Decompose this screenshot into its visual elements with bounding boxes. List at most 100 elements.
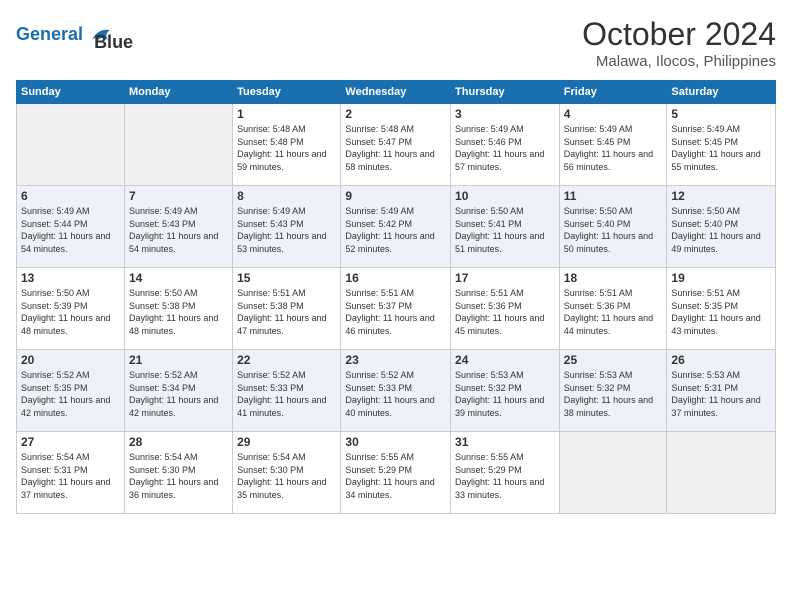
header-sunday: Sunday	[17, 81, 125, 104]
day-number: 30	[345, 435, 446, 449]
day-number: 10	[455, 189, 555, 203]
day-detail: Sunrise: 5:48 AMSunset: 5:48 PMDaylight:…	[237, 123, 336, 173]
calendar-body: 1 Sunrise: 5:48 AMSunset: 5:48 PMDaylight…	[17, 104, 776, 514]
calendar-cell: 31 Sunrise: 5:55 AMSunset: 5:29 PMDayligh…	[451, 432, 560, 514]
calendar-cell: 26Sunrise: 5:53 AMSunset: 5:31 PMDayligh…	[667, 350, 776, 432]
calendar-cell: 2Sunrise: 5:48 AMSunset: 5:47 PMDaylight…	[341, 104, 451, 186]
calendar-cell	[559, 432, 667, 514]
day-detail: Sunrise: 5:53 AMSunset: 5:31 PMDaylight:…	[671, 369, 771, 419]
day-detail: Sunrise: 5:50 AMSunset: 5:41 PMDaylight:…	[455, 205, 555, 255]
calendar-cell: 19Sunrise: 5:51 AMSunset: 5:35 PMDayligh…	[667, 268, 776, 350]
calendar-cell: 24 Sunrise: 5:53 AMSunset: 5:32 PMDayligh…	[451, 350, 560, 432]
calendar-cell: 1 Sunrise: 5:48 AMSunset: 5:48 PMDaylight…	[233, 104, 341, 186]
calendar-cell: 10 Sunrise: 5:50 AMSunset: 5:41 PMDayligh…	[451, 186, 560, 268]
calendar-cell: 7 Sunrise: 5:49 AMSunset: 5:43 PMDaylight…	[124, 186, 232, 268]
day-detail: Sunrise: 5:51 AMSunset: 5:38 PMDaylight:…	[237, 287, 336, 337]
day-number: 14	[129, 271, 228, 285]
calendar-week-row: 6 Sunrise: 5:49 AMSunset: 5:44 PMDaylight…	[17, 186, 776, 268]
calendar-cell: 21 Sunrise: 5:52 AMSunset: 5:34 PMDayligh…	[124, 350, 232, 432]
header-monday: Monday	[124, 81, 232, 104]
logo: General Blue	[16, 16, 133, 53]
day-detail: Sunrise: 5:51 AMSunset: 5:36 PMDaylight:…	[455, 287, 555, 337]
day-number: 16	[345, 271, 446, 285]
calendar-cell: 13 Sunrise: 5:50 AMSunset: 5:39 PMDayligh…	[17, 268, 125, 350]
day-number: 11	[564, 189, 663, 203]
day-number: 7	[129, 189, 228, 203]
day-number: 8	[237, 189, 336, 203]
day-number: 12	[671, 189, 771, 203]
calendar-cell: 18 Sunrise: 5:51 AMSunset: 5:36 PMDayligh…	[559, 268, 667, 350]
day-number: 29	[237, 435, 336, 449]
day-number: 2	[345, 107, 446, 121]
day-detail: Sunrise: 5:52 AMSunset: 5:33 PMDaylight:…	[237, 369, 336, 419]
day-detail: Sunrise: 5:52 AMSunset: 5:34 PMDaylight:…	[129, 369, 228, 419]
day-detail: Sunrise: 5:54 AMSunset: 5:30 PMDaylight:…	[237, 451, 336, 501]
day-number: 6	[21, 189, 120, 203]
day-detail: Sunrise: 5:55 AMSunset: 5:29 PMDaylight:…	[345, 451, 446, 501]
day-detail: Sunrise: 5:49 AMSunset: 5:42 PMDaylight:…	[345, 205, 446, 255]
day-number: 5	[671, 107, 771, 121]
calendar-cell: 14 Sunrise: 5:50 AMSunset: 5:38 PMDayligh…	[124, 268, 232, 350]
calendar-week-row: 13 Sunrise: 5:50 AMSunset: 5:39 PMDayligh…	[17, 268, 776, 350]
day-number: 21	[129, 353, 228, 367]
calendar-cell: 16Sunrise: 5:51 AMSunset: 5:37 PMDayligh…	[341, 268, 451, 350]
calendar-cell: 30 Sunrise: 5:55 AMSunset: 5:29 PMDayligh…	[341, 432, 451, 514]
calendar-cell: 17 Sunrise: 5:51 AMSunset: 5:36 PMDayligh…	[451, 268, 560, 350]
day-number: 25	[564, 353, 663, 367]
header-saturday: Saturday	[667, 81, 776, 104]
day-number: 24	[455, 353, 555, 367]
header-thursday: Thursday	[451, 81, 560, 104]
calendar-cell: 3 Sunrise: 5:49 AMSunset: 5:46 PMDaylight…	[451, 104, 560, 186]
day-detail: Sunrise: 5:49 AMSunset: 5:46 PMDaylight:…	[455, 123, 555, 173]
calendar-cell: 22 Sunrise: 5:52 AMSunset: 5:33 PMDayligh…	[233, 350, 341, 432]
day-number: 31	[455, 435, 555, 449]
day-detail: Sunrise: 5:51 AMSunset: 5:35 PMDaylight:…	[671, 287, 771, 337]
calendar-table: Sunday Monday Tuesday Wednesday Thursday…	[16, 80, 776, 514]
calendar-cell: 5 Sunrise: 5:49 AMSunset: 5:45 PMDaylight…	[667, 104, 776, 186]
day-detail: Sunrise: 5:55 AMSunset: 5:29 PMDaylight:…	[455, 451, 555, 501]
calendar-cell	[667, 432, 776, 514]
day-detail: Sunrise: 5:49 AMSunset: 5:43 PMDaylight:…	[237, 205, 336, 255]
header-friday: Friday	[559, 81, 667, 104]
day-number: 20	[21, 353, 120, 367]
day-detail: Sunrise: 5:49 AMSunset: 5:44 PMDaylight:…	[21, 205, 120, 255]
day-number: 3	[455, 107, 555, 121]
calendar-cell: 29 Sunrise: 5:54 AMSunset: 5:30 PMDayligh…	[233, 432, 341, 514]
day-number: 9	[345, 189, 446, 203]
calendar-cell: 28 Sunrise: 5:54 AMSunset: 5:30 PMDayligh…	[124, 432, 232, 514]
calendar-cell: 23Sunrise: 5:52 AMSunset: 5:33 PMDayligh…	[341, 350, 451, 432]
day-detail: Sunrise: 5:50 AMSunset: 5:38 PMDaylight:…	[129, 287, 228, 337]
day-number: 15	[237, 271, 336, 285]
calendar-cell: 20 Sunrise: 5:52 AMSunset: 5:35 PMDayligh…	[17, 350, 125, 432]
calendar-week-row: 1 Sunrise: 5:48 AMSunset: 5:48 PMDaylight…	[17, 104, 776, 186]
day-number: 13	[21, 271, 120, 285]
calendar-cell	[17, 104, 125, 186]
day-detail: Sunrise: 5:50 AMSunset: 5:39 PMDaylight:…	[21, 287, 120, 337]
day-detail: Sunrise: 5:53 AMSunset: 5:32 PMDaylight:…	[564, 369, 663, 419]
calendar-week-row: 27 Sunrise: 5:54 AMSunset: 5:31 PMDayligh…	[17, 432, 776, 514]
day-detail: Sunrise: 5:49 AMSunset: 5:45 PMDaylight:…	[671, 123, 771, 173]
day-detail: Sunrise: 5:49 AMSunset: 5:45 PMDaylight:…	[564, 123, 663, 173]
header: General Blue October 2024 Malawa, Ilocos…	[16, 16, 776, 70]
day-number: 1	[237, 107, 336, 121]
calendar-cell: 15 Sunrise: 5:51 AMSunset: 5:38 PMDayligh…	[233, 268, 341, 350]
day-detail: Sunrise: 5:52 AMSunset: 5:35 PMDaylight:…	[21, 369, 120, 419]
calendar-cell: 11Sunrise: 5:50 AMSunset: 5:40 PMDayligh…	[559, 186, 667, 268]
calendar-cell: 12Sunrise: 5:50 AMSunset: 5:40 PMDayligh…	[667, 186, 776, 268]
day-detail: Sunrise: 5:54 AMSunset: 5:31 PMDaylight:…	[21, 451, 120, 501]
day-number: 23	[345, 353, 446, 367]
calendar-cell	[124, 104, 232, 186]
location: Malawa, Ilocos, Philippines	[582, 53, 776, 70]
day-number: 18	[564, 271, 663, 285]
calendar-header-row: Sunday Monday Tuesday Wednesday Thursday…	[17, 81, 776, 104]
calendar-cell: 25 Sunrise: 5:53 AMSunset: 5:32 PMDayligh…	[559, 350, 667, 432]
day-number: 27	[21, 435, 120, 449]
day-detail: Sunrise: 5:49 AMSunset: 5:43 PMDaylight:…	[129, 205, 228, 255]
calendar-cell: 4Sunrise: 5:49 AMSunset: 5:45 PMDaylight…	[559, 104, 667, 186]
day-detail: Sunrise: 5:53 AMSunset: 5:32 PMDaylight:…	[455, 369, 555, 419]
day-detail: Sunrise: 5:51 AMSunset: 5:36 PMDaylight:…	[564, 287, 663, 337]
day-number: 22	[237, 353, 336, 367]
day-detail: Sunrise: 5:54 AMSunset: 5:30 PMDaylight:…	[129, 451, 228, 501]
day-number: 17	[455, 271, 555, 285]
day-number: 28	[129, 435, 228, 449]
